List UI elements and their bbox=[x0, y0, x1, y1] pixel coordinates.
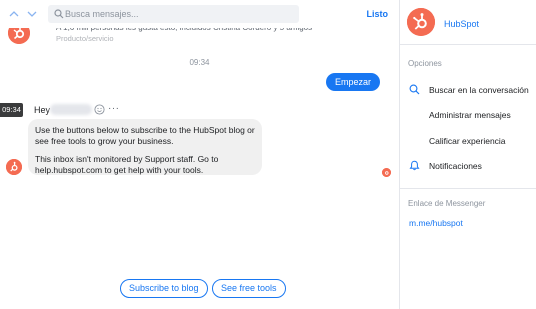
chat-toolbar: Listo bbox=[0, 0, 399, 28]
divider bbox=[400, 44, 536, 45]
more-options-button[interactable]: ··· bbox=[108, 103, 120, 114]
bell-icon bbox=[409, 160, 420, 171]
option-label: Administrar mensajes bbox=[429, 110, 511, 120]
options-heading: Opciones bbox=[408, 59, 442, 68]
search-input[interactable] bbox=[65, 6, 293, 22]
outgoing-message[interactable]: Empezar bbox=[325, 73, 380, 91]
page-name-link[interactable]: HubSpot bbox=[444, 19, 479, 29]
notifications-option[interactable]: Notificaciones bbox=[400, 158, 536, 174]
redacted-name bbox=[50, 104, 92, 115]
option-label: Notificaciones bbox=[429, 161, 482, 171]
incoming-message[interactable]: Use the buttons below to subscribe to th… bbox=[28, 119, 262, 175]
see-free-tools-button[interactable]: See free tools bbox=[212, 279, 286, 298]
read-receipt-avatar bbox=[382, 168, 391, 177]
option-label: Calificar experiencia bbox=[429, 136, 506, 146]
divider bbox=[400, 188, 536, 189]
option-label: Buscar en la conversación bbox=[429, 85, 529, 95]
sender-avatar bbox=[6, 159, 22, 175]
subscribe-to-blog-button[interactable]: Subscribe to blog bbox=[120, 279, 208, 298]
chevron-up-icon[interactable] bbox=[8, 8, 20, 20]
page-category: Producto/servicio bbox=[56, 34, 114, 43]
message-paragraph: This inbox isn't monitored by Support st… bbox=[35, 154, 219, 175]
search-conversation-option[interactable]: Buscar en la conversación bbox=[400, 82, 536, 98]
messenger-link[interactable]: m.me/hubspot bbox=[409, 218, 463, 228]
rate-experience-option[interactable]: Calificar experiencia bbox=[400, 133, 536, 149]
message-search bbox=[48, 5, 299, 23]
search-icon bbox=[409, 84, 420, 95]
time-divider: 09:34 bbox=[189, 58, 210, 67]
messenger-link-heading: Enlace de Messenger bbox=[408, 199, 486, 208]
message-paragraph: Use the buttons below to subscribe to th… bbox=[35, 125, 255, 146]
hubspot-logo[interactable] bbox=[407, 8, 435, 36]
greeting-text: Hey bbox=[34, 105, 51, 115]
manage-messages-option[interactable]: Administrar mensajes bbox=[400, 107, 536, 123]
message-timestamp: 09:34 bbox=[0, 103, 23, 117]
conversation-panel: A 1,6 mill personas les gusta esto, incl… bbox=[0, 0, 399, 309]
conversation-info-panel: HubSpot Opciones Buscar en la conversaci… bbox=[400, 0, 536, 309]
done-button[interactable]: Listo bbox=[367, 9, 389, 19]
search-icon bbox=[54, 9, 64, 19]
chevron-down-icon[interactable] bbox=[26, 8, 38, 20]
emoji-reaction-icon[interactable] bbox=[94, 104, 105, 115]
